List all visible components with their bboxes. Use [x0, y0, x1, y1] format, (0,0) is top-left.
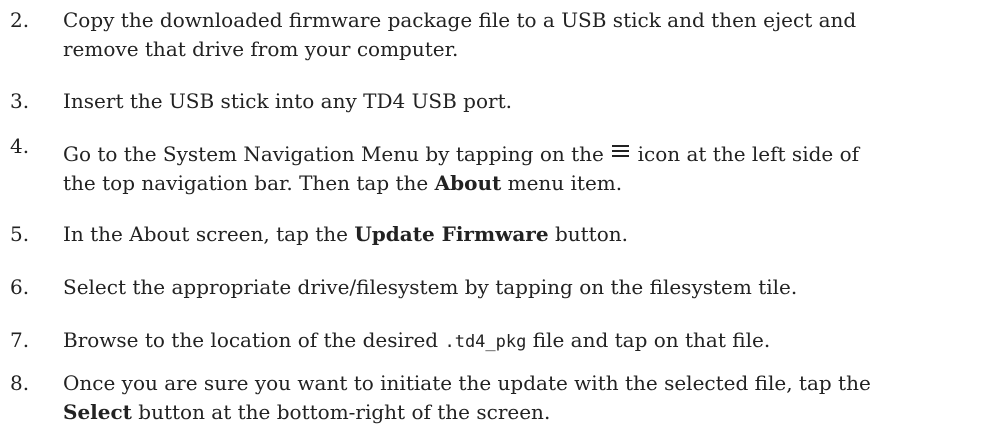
step-number: 7. [10, 328, 30, 352]
step-number: 5. [10, 222, 30, 246]
step-number: 2. [10, 8, 30, 32]
step-number: 3. [10, 89, 30, 113]
step-text-before-icon: Go to the System Navigation Menu by tapp… [63, 142, 604, 166]
step-text-line-2: the top navigation bar. Then tap the [63, 171, 429, 195]
step-text-before: In the About screen, tap the [63, 222, 348, 246]
step-text-line-1: Once you are sure you want to initiate t… [63, 371, 871, 395]
about-menu-item-label: About [434, 171, 502, 195]
update-firmware-button-label: Update Firmware [354, 222, 549, 246]
hamburger-menu-icon [612, 145, 630, 158]
step-text: Browse to the location of the desired .t… [63, 326, 973, 357]
step-text-after-icon: icon at the left side of [637, 142, 860, 166]
step-text-before: Browse to the location of the desired [63, 328, 439, 352]
file-extension-code: .td4_pkg [444, 332, 527, 352]
step-text: In the About screen, tap the Update Firm… [63, 220, 973, 249]
step-text-after: button. [554, 222, 628, 246]
step-text-line-1: Copy the downloaded firmware package fil… [63, 8, 857, 32]
step-number: 6. [10, 275, 30, 299]
step-text: Once you are sure you want to initiate t… [63, 369, 973, 427]
step-text: Copy the downloaded firmware package fil… [63, 6, 973, 64]
step-text-line-2: button at the bottom-right of the screen… [138, 400, 551, 424]
step-text: Insert the USB stick into any TD4 USB po… [63, 89, 512, 113]
step-number: 8. [10, 371, 30, 395]
select-button-label: Select [63, 400, 132, 424]
step-text: Select the appropriate drive/filesystem … [63, 275, 798, 299]
step-text: Go to the System Navigation Menu by tapp… [63, 140, 973, 198]
step-text-after: file and tap on that file. [532, 328, 771, 352]
step-number: 4. [10, 134, 30, 158]
step-text-line-2-end: menu item. [507, 171, 623, 195]
step-text-line-2: remove that drive from your computer. [63, 37, 459, 61]
